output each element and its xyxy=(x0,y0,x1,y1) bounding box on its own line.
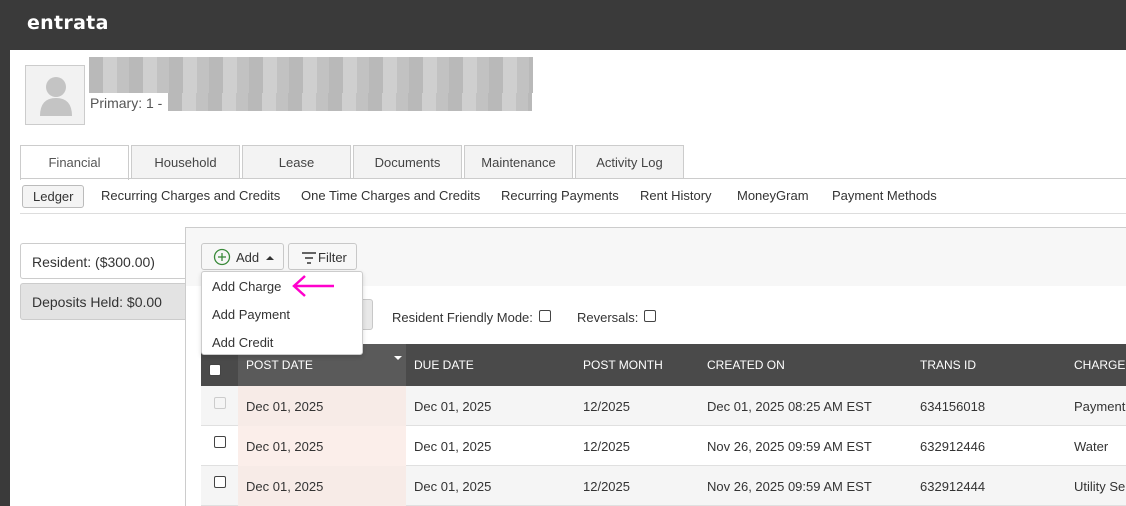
filter-button[interactable]: Filter xyxy=(288,243,357,270)
trans-id-cell: 632912446 xyxy=(920,439,986,454)
filter-button-label: Filter xyxy=(318,250,347,265)
caret-up-icon xyxy=(266,256,274,260)
due-date-cell: Dec 01, 2025 xyxy=(414,479,492,494)
menu-add-charge[interactable]: Add Charge xyxy=(212,279,281,294)
resident-friendly-checkbox[interactable] xyxy=(539,310,551,322)
tab-divider xyxy=(20,178,1126,179)
col-post-month[interactable]: POST MONTH xyxy=(583,358,663,372)
table-row[interactable]: Dec 01, 2025 Dec 01, 2025 12/2025 Nov 26… xyxy=(201,466,1126,506)
table-row[interactable]: Dec 01, 2025 Dec 01, 2025 12/2025 Nov 26… xyxy=(201,426,1126,466)
row-checkbox[interactable] xyxy=(214,476,226,488)
post-month-cell: 12/2025 xyxy=(583,479,630,494)
charge-code-cell: Water xyxy=(1074,439,1109,454)
select-all-checkbox[interactable] xyxy=(209,364,221,376)
tab-household[interactable]: Household xyxy=(131,145,240,179)
menu-add-payment[interactable]: Add Payment xyxy=(212,307,290,322)
filter-lines-icon xyxy=(302,252,316,264)
reversals-label: Reversals: xyxy=(577,310,639,325)
post-date-cell: Dec 01, 2025 xyxy=(246,439,324,454)
charge-code-cell: Utility Ser xyxy=(1074,479,1126,494)
post-month-cell: 12/2025 xyxy=(583,399,630,414)
primary-contact-label: Primary: 1 - xyxy=(90,95,163,111)
due-date-cell: Dec 01, 2025 xyxy=(414,399,492,414)
charge-code-cell: Payment xyxy=(1074,399,1126,414)
col-due-date[interactable]: DUE DATE xyxy=(414,358,474,372)
plus-circle-icon xyxy=(213,248,231,266)
resident-balance[interactable]: Resident: ($300.00) xyxy=(20,243,190,279)
financial-subnav: Ledger Recurring Charges and Credits One… xyxy=(20,181,1126,214)
col-created-on[interactable]: CREATED ON xyxy=(707,358,785,372)
tab-financial[interactable]: Financial xyxy=(20,145,129,180)
menu-add-credit[interactable]: Add Credit xyxy=(212,335,273,350)
person-icon xyxy=(40,77,72,116)
left-strip xyxy=(0,50,10,506)
created-on-cell: Nov 26, 2025 09:59 AM EST xyxy=(707,479,872,494)
subnav-one-time-charges[interactable]: One Time Charges and Credits xyxy=(301,188,480,203)
row-checkbox[interactable] xyxy=(214,397,226,409)
top-bar: entrata xyxy=(0,0,1126,50)
subnav-ledger[interactable]: Ledger xyxy=(22,185,85,208)
post-date-cell: Dec 01, 2025 xyxy=(246,399,324,414)
created-on-cell: Dec 01, 2025 08:25 AM EST xyxy=(707,399,872,414)
reversals-checkbox[interactable] xyxy=(644,310,656,322)
post-date-cell: Dec 01, 2025 xyxy=(246,479,324,494)
tab-lease[interactable]: Lease xyxy=(242,145,351,179)
deposits-held-balance[interactable]: Deposits Held: $0.00 xyxy=(20,283,190,320)
annotation-arrow-icon xyxy=(292,275,334,297)
post-month-cell: 12/2025 xyxy=(583,439,630,454)
trans-id-cell: 634156018 xyxy=(920,399,986,414)
col-trans-id[interactable]: TRANS ID xyxy=(920,358,976,372)
subnav-rent-history[interactable]: Rent History xyxy=(640,188,712,203)
avatar[interactable] xyxy=(25,65,85,125)
table-row[interactable]: Dec 01, 2025 Dec 01, 2025 12/2025 Dec 01… xyxy=(201,386,1126,426)
due-date-cell: Dec 01, 2025 xyxy=(414,439,492,454)
trans-id-cell: 632912444 xyxy=(920,479,986,494)
add-button[interactable]: Add xyxy=(201,243,284,270)
tab-maintenance[interactable]: Maintenance xyxy=(464,145,573,179)
subnav-recurring-charges[interactable]: Recurring Charges and Credits xyxy=(101,188,280,203)
created-on-cell: Nov 26, 2025 09:59 AM EST xyxy=(707,439,872,454)
redacted-name xyxy=(89,57,533,93)
row-checkbox[interactable] xyxy=(214,436,226,448)
subnav-payment-methods[interactable]: Payment Methods xyxy=(832,188,937,203)
col-post-date[interactable]: POST DATE xyxy=(246,358,313,372)
entrata-logo[interactable]: entrata xyxy=(27,12,109,34)
add-button-label: Add xyxy=(236,250,260,265)
col-charge-code[interactable]: CHARGE C xyxy=(1074,358,1126,372)
resident-friendly-label: Resident Friendly Mode: xyxy=(392,310,533,325)
add-dropdown-menu: Add Charge Add Payment Add Credit xyxy=(201,271,363,355)
subnav-recurring-payments[interactable]: Recurring Payments xyxy=(501,188,619,203)
tab-activity-log[interactable]: Activity Log xyxy=(575,145,684,179)
tab-documents[interactable]: Documents xyxy=(353,145,462,179)
subnav-moneygram[interactable]: MoneyGram xyxy=(737,188,809,203)
sort-desc-icon[interactable] xyxy=(393,355,403,361)
redacted-contact xyxy=(168,93,532,111)
